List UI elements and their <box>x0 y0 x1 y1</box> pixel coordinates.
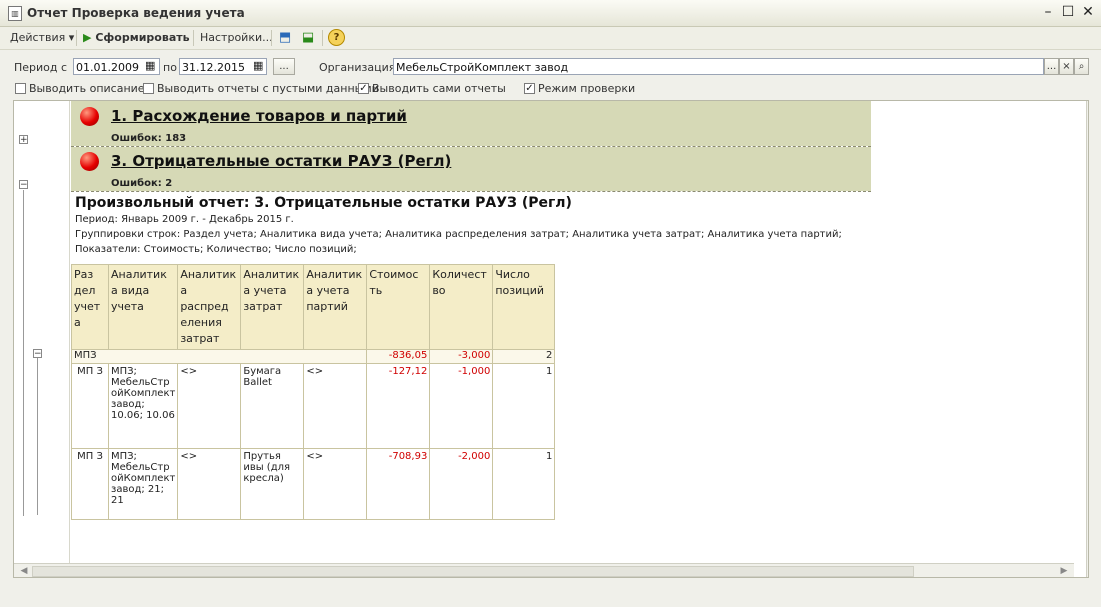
chevron-down-icon: ▾ <box>68 31 75 44</box>
checkbox[interactable] <box>15 83 26 94</box>
group-cost: -836,05 <box>366 349 431 364</box>
settings-button[interactable]: Настройки... <box>200 30 273 46</box>
toolbar-separator <box>322 30 323 46</box>
title-bar: ▥ Отчет Проверка ведения учета – ☐ ✕ <box>0 0 1101 27</box>
expand-icon[interactable]: + <box>19 135 28 145</box>
group-quantity: -3,000 <box>429 349 494 364</box>
scroll-left-icon[interactable]: ◀ <box>16 566 32 576</box>
row-batch: <> <box>303 448 368 520</box>
group-1-errors: Ошибок: 183 <box>111 133 187 144</box>
group-divider <box>71 191 871 192</box>
scroll-right-icon[interactable]: ▶ <box>1056 566 1072 576</box>
table-row: МП З МПЗ; МебельСтр ойКомплект завод; 10… <box>71 363 556 449</box>
scroll-up-icon[interactable]: ▲ <box>1087 103 1088 113</box>
period-to-label: по <box>163 61 177 74</box>
report-document[interactable]: 1. Расхождение товаров и партий Ошибок: … <box>13 100 1089 578</box>
checkbox-checked[interactable]: ✓ <box>524 83 535 94</box>
row-kind: МПЗ; МебельСтр ойКомплект завод; 21; 21 <box>107 448 179 520</box>
restore-settings-icon[interactable]: ⬓ <box>300 30 316 46</box>
option-label: Выводить описание <box>29 82 145 95</box>
row-section: МП З <box>71 448 109 520</box>
scroll-thumb[interactable] <box>32 566 914 577</box>
horizontal-scrollbar[interactable]: ◀ ▶ <box>14 563 1074 577</box>
row-cost-account: Бумага Ballet <box>240 363 305 449</box>
toolbar-separator <box>76 30 77 46</box>
error-status-icon <box>80 152 99 171</box>
option-label: Режим проверки <box>538 82 636 95</box>
row-distribution: <> <box>177 363 242 449</box>
group-section: МПЗ <box>70 349 368 364</box>
row-cost: -708,93 <box>366 448 431 520</box>
play-icon: ▶ <box>83 31 92 44</box>
report-groupings: Группировки строк: Раздел учета; Аналити… <box>75 229 842 240</box>
table-header-row: Раз дел учет а Аналитик а вида учета Ана… <box>71 264 556 350</box>
toolbar-separator <box>271 30 272 46</box>
table-group-row: МПЗ -836,05 -3,000 2 <box>70 349 556 364</box>
header-kind: Аналитик а вида учета <box>107 264 179 350</box>
header-quantity: Количест во <box>429 264 494 350</box>
checkbox[interactable] <box>143 83 154 94</box>
report-period: Период: Январь 2009 г. - Декабрь 2015 г. <box>75 214 294 225</box>
toolbar: Действия ▾ ▶ Сформировать Настройки... ⬒… <box>0 27 1101 50</box>
calendar-icon[interactable]: ▦ <box>145 59 155 72</box>
generate-label: Сформировать <box>95 31 190 44</box>
collapse-icon[interactable]: − <box>19 180 28 190</box>
vertical-scrollbar[interactable]: ▲ ▼ <box>1086 101 1088 577</box>
row-cost: -127,12 <box>366 363 431 449</box>
organization-input[interactable]: МебельСтройКомплект завод <box>393 58 1044 75</box>
header-section: Раз дел учет а <box>71 264 109 350</box>
option-label: Выводить сами отчеты <box>372 82 506 95</box>
period-select-button[interactable]: ... <box>273 58 295 75</box>
row-quantity: -1,000 <box>429 363 494 449</box>
collapse-icon[interactable]: − <box>33 349 42 359</box>
help-icon[interactable]: ? <box>328 29 345 46</box>
group-1-title[interactable]: 1. Расхождение товаров и партий <box>111 107 407 125</box>
row-distribution: <> <box>177 448 242 520</box>
checkbox-checked[interactable]: ✓ <box>358 83 369 94</box>
scroll-down-icon[interactable]: ▼ <box>1087 561 1088 571</box>
header-cost-account: Аналитик а учета затрат <box>240 264 305 350</box>
header-cost: Стоимос ть <box>366 264 431 350</box>
tree-line <box>37 358 38 515</box>
close-icon[interactable]: ✕ <box>1080 4 1096 20</box>
report-table: Раз дел учет а Аналитик а вида учета Ана… <box>70 264 556 520</box>
organization-label: Организация: <box>319 61 400 74</box>
group-2-errors: Ошибок: 2 <box>111 178 173 189</box>
maximize-icon[interactable]: ☐ <box>1060 4 1076 20</box>
row-cost-account: Прутья ивы (для кресла) <box>240 448 305 520</box>
group-2-title[interactable]: 3. Отрицательные остатки РАУЗ (Регл) <box>111 152 451 170</box>
minimize-icon[interactable]: – <box>1040 4 1056 20</box>
organization-clear-button[interactable]: × <box>1059 58 1074 75</box>
period-from-label: Период с <box>14 61 68 74</box>
organization-search-icon[interactable]: ⌕ <box>1074 58 1089 75</box>
row-count: 1 <box>492 448 556 520</box>
organization-select-button[interactable]: ... <box>1044 58 1059 75</box>
report-app-icon: ▥ <box>8 6 22 21</box>
generate-button[interactable]: ▶ Сформировать <box>83 30 190 46</box>
report-title: Произвольный отчет: 3. Отрицательные ост… <box>75 195 572 211</box>
row-quantity: -2,000 <box>429 448 494 520</box>
group-count: 2 <box>492 349 556 364</box>
calendar-icon[interactable]: ▦ <box>253 59 263 72</box>
gutter-divider <box>69 101 70 577</box>
header-distribution: Аналитик а распред еления затрат <box>177 264 242 350</box>
table-row: МП З МПЗ; МебельСтр ойКомплект завод; 21… <box>71 448 556 520</box>
row-count: 1 <box>492 363 556 449</box>
actions-menu[interactable]: Действия ▾ <box>10 30 74 46</box>
row-section: МП З <box>71 363 109 449</box>
window-title: Отчет Проверка ведения учета <box>27 6 245 20</box>
option-label: Выводить отчеты с пустыми данными <box>157 82 379 95</box>
toolbar-separator <box>193 30 194 46</box>
row-kind: МПЗ; МебельСтр ойКомплект завод; 10.06; … <box>107 363 179 449</box>
row-batch: <> <box>303 363 368 449</box>
report-indicators: Показатели: Стоимость; Количество; Число… <box>75 244 357 255</box>
tree-line <box>23 190 24 516</box>
error-status-icon <box>80 107 99 126</box>
header-count: Число позиций <box>492 264 556 350</box>
save-settings-icon[interactable]: ⬒ <box>277 30 293 46</box>
header-batch: Аналитик а учета партий <box>303 264 368 350</box>
actions-label: Действия <box>10 31 66 44</box>
